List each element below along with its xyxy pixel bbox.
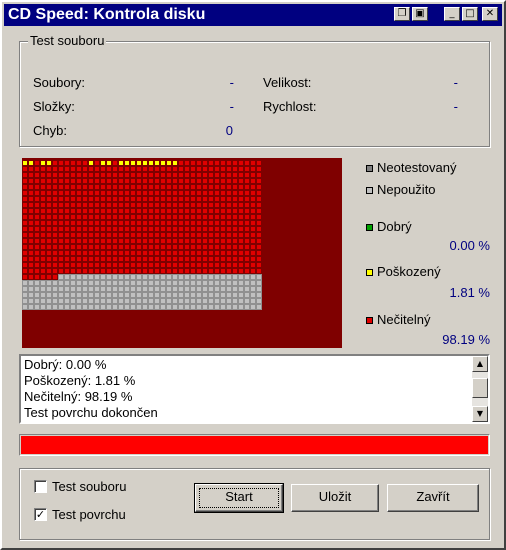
surface-test-label: Test povrchu	[52, 507, 126, 522]
size-value: -	[453, 75, 458, 90]
file-test-group: Test souboru	[19, 33, 490, 147]
legend-damaged-label: Poškozený	[377, 264, 441, 279]
legend-unreadable-label: Nečitelný	[377, 312, 431, 327]
maximize-icon[interactable]: □	[462, 7, 478, 21]
close-icon[interactable]: ✕	[482, 7, 498, 21]
surface-cell	[256, 304, 262, 310]
speed-label: Rychlost:	[263, 99, 317, 114]
log-line: Test povrchu dokončen	[24, 405, 158, 420]
files-label: Soubory:	[33, 75, 86, 90]
save-button[interactable]: Uložit	[291, 484, 379, 512]
start-button-label: Start	[225, 489, 253, 504]
result-log[interactable]: Dobrý: 0.00 % Poškozený: 1.81 % Nečiteln…	[19, 354, 490, 424]
window-title: CD Speed: Kontrola disku	[8, 6, 206, 23]
file-test-checkbox[interactable]	[34, 480, 47, 493]
log-line: Nečitelný: 98.19 %	[24, 389, 133, 404]
copy-icon[interactable]: ❐	[394, 7, 410, 21]
disk-check-window: CD Speed: Kontrola disku ❐ ▣ _ □ ✕ Test …	[0, 0, 506, 550]
folders-value: -	[229, 99, 234, 114]
close-button-label: Zavřít	[416, 489, 450, 504]
unused-swatch	[366, 187, 373, 194]
log-line: Poškozený: 1.81 %	[24, 373, 136, 388]
size-label: Velikost:	[263, 75, 312, 90]
log-scrollbar[interactable]: ▲ ▼	[472, 356, 488, 422]
save-button-label: Uložit	[318, 489, 352, 504]
good-swatch	[366, 224, 373, 231]
folders-label: Složky:	[33, 99, 75, 114]
untested-swatch	[366, 165, 373, 172]
surface-scan-map	[22, 158, 342, 348]
log-lines: Dobrý: 0.00 % Poškozený: 1.81 % Nečiteln…	[24, 357, 158, 421]
surface-test-checkbox[interactable]: ✓	[34, 508, 47, 521]
start-button[interactable]: Start	[194, 483, 284, 513]
good-percent: 0.00 %	[449, 238, 490, 253]
legend-good-label: Dobrý	[377, 219, 412, 234]
save-icon[interactable]: ▣	[412, 7, 428, 21]
speed-value: -	[453, 99, 458, 114]
progress-fill	[21, 436, 488, 454]
close-button[interactable]: Zavřít	[387, 484, 479, 512]
file-test-group-title: Test souboru	[28, 33, 107, 48]
damaged-swatch	[366, 269, 373, 276]
file-test-label: Test souboru	[52, 479, 127, 494]
errors-value: 0	[225, 123, 233, 138]
scroll-down-icon[interactable]: ▼	[472, 406, 488, 422]
files-value: -	[229, 75, 234, 90]
progress-bar	[19, 434, 490, 456]
legend-unused-label: Nepoužito	[377, 182, 436, 197]
title-bar[interactable]: CD Speed: Kontrola disku ❐ ▣ _ □ ✕	[4, 4, 502, 26]
scroll-up-icon[interactable]: ▲	[472, 356, 488, 372]
legend-untested-label: Neotestovaný	[377, 160, 457, 175]
errors-label: Chyb:	[33, 123, 67, 138]
log-line: Dobrý: 0.00 %	[24, 357, 107, 372]
unreadable-percent: 98.19 %	[442, 332, 490, 347]
scroll-thumb[interactable]	[472, 378, 488, 398]
minimize-icon[interactable]: _	[444, 7, 460, 21]
damaged-percent: 1.81 %	[449, 285, 490, 300]
unreadable-swatch	[366, 317, 373, 324]
